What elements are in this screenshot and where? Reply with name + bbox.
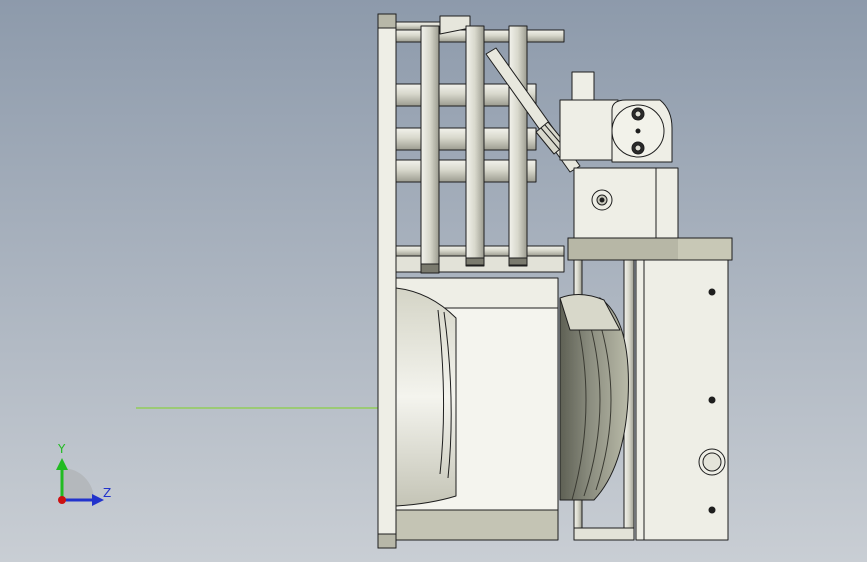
triad-z-label: Z xyxy=(103,486,112,500)
triad-quadrant xyxy=(62,468,94,500)
triad-origin xyxy=(58,496,66,504)
cad-graphics-viewport[interactable]: Y Z xyxy=(0,0,867,562)
triad-y-label: Y xyxy=(58,442,66,456)
reference-triad xyxy=(56,458,104,506)
triad-y-arrow xyxy=(56,458,68,470)
